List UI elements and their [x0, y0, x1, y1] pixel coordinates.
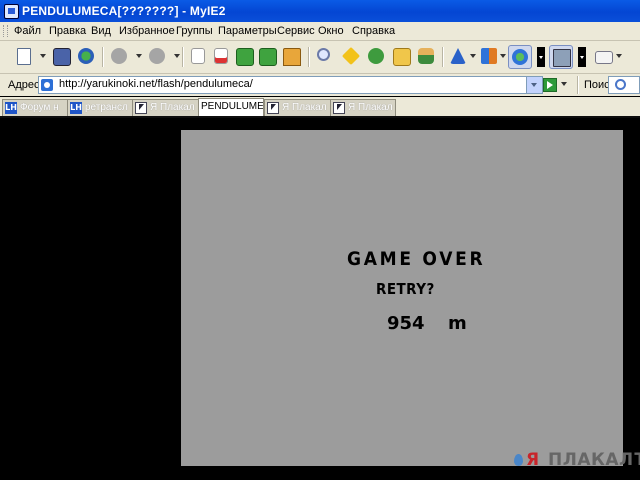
back-icon — [111, 48, 127, 64]
menu-help[interactable]: Справка — [352, 25, 395, 37]
menu-window[interactable]: Окно — [318, 25, 344, 37]
refresh-icon — [236, 48, 254, 66]
tab-forum[interactable]: LH Форум н — [2, 99, 68, 116]
url-text[interactable]: http://yarukinoki.net/flash/pendulumeca/ — [59, 78, 253, 90]
menu-file[interactable]: Файл — [14, 25, 41, 37]
watermark-text: ПЛАКАЛЪ — [548, 450, 640, 470]
tab-yaplakal-1[interactable]: Я Плакал — [132, 99, 199, 116]
distance-value: 954 — [387, 313, 425, 334]
distance-unit: m — [448, 313, 467, 334]
tab-yaplakal-2[interactable]: Я Плакал — [264, 99, 331, 116]
drop-icon — [514, 454, 523, 466]
lh-icon: LH — [5, 102, 17, 114]
refresh-all-icon — [259, 48, 277, 66]
app-icon[interactable] — [4, 4, 19, 19]
window-title: PENDULUMECA[???????] - MyIE2 — [22, 4, 226, 18]
image-toggle-button[interactable] — [549, 45, 573, 69]
tab-pendulumeca[interactable]: PENDULUME... — [198, 98, 264, 116]
tab-label: Я Плакал — [282, 102, 327, 113]
forward-button[interactable] — [146, 45, 168, 67]
tab-bar: LH Форум н LH ретрансл Я Плакал PENDULUM… — [0, 97, 640, 118]
retry-button[interactable]: RETRY? — [376, 280, 435, 298]
refresh-all-button[interactable] — [256, 45, 278, 67]
url-dropdown-button[interactable] — [526, 77, 542, 93]
tab-label: Я Плакал — [150, 102, 195, 113]
translate-icon — [481, 48, 497, 64]
new-page-icon — [17, 48, 31, 65]
page-icon — [41, 79, 53, 91]
user-icon — [418, 48, 434, 64]
flash-game-area[interactable]: GAME OVER RETRY? 954 m — [181, 130, 623, 466]
translate-button[interactable] — [478, 45, 500, 67]
menu-bar: Файл Правка Вид Избранное Группы Парамет… — [0, 22, 640, 41]
menu-favorites[interactable]: Избранное — [119, 25, 175, 37]
menu-tools[interactable]: Сервис — [277, 25, 315, 37]
title-bar[interactable]: PENDULUMECA[???????] - MyIE2 — [0, 0, 640, 22]
toolbar — [0, 41, 640, 74]
connect-icon — [78, 48, 94, 64]
menu-options[interactable]: Параметры — [218, 25, 277, 37]
watermark-ya: Я — [526, 450, 540, 470]
globe-button[interactable] — [508, 45, 532, 69]
go-dropdown-icon[interactable] — [561, 82, 567, 86]
cursor-icon — [267, 102, 279, 114]
close-all-button[interactable] — [210, 45, 232, 67]
new-page-button[interactable] — [12, 45, 34, 67]
tab-label: ретрансл — [85, 102, 128, 113]
home-icon — [283, 48, 301, 66]
address-label: Адрес — [8, 79, 40, 91]
image-toggle-dropdown[interactable] — [578, 47, 586, 67]
open-folder-icon — [393, 48, 411, 66]
tab-label: Форум н — [20, 102, 59, 113]
tab-yaplakal-3[interactable]: Я Плакал — [330, 99, 396, 116]
forward-icon — [149, 48, 165, 64]
globe-icon — [512, 49, 528, 65]
globe-dropdown[interactable] — [537, 47, 545, 67]
menu-view[interactable]: Вид — [91, 25, 111, 37]
cursor-icon — [333, 102, 345, 114]
search-button[interactable] — [314, 45, 336, 67]
connect-button[interactable] — [75, 45, 97, 67]
favorites-icon — [341, 46, 361, 66]
mail-icon — [595, 51, 613, 64]
mail-button[interactable] — [592, 45, 614, 67]
home-button[interactable] — [280, 45, 302, 67]
cursor-icon — [135, 102, 147, 114]
tab-retrans[interactable]: LH ретрансл — [67, 99, 133, 116]
page-content: GAME OVER RETRY? 954 m — [0, 118, 640, 480]
text-size-icon — [450, 48, 466, 64]
menu-grip-icon[interactable] — [3, 25, 8, 37]
tab-label: PENDULUME... — [201, 101, 264, 112]
refresh-button[interactable] — [233, 45, 255, 67]
image-toggle-icon — [553, 49, 571, 67]
history-button[interactable] — [365, 45, 387, 67]
stop-icon — [191, 48, 205, 64]
save-button[interactable] — [50, 45, 72, 67]
game-over-text: GAME OVER — [347, 248, 486, 270]
tab-label: Я Плакал — [348, 102, 393, 113]
save-icon — [53, 48, 71, 66]
close-all-icon — [214, 48, 228, 64]
search-input[interactable] — [608, 76, 640, 94]
text-size-button[interactable] — [447, 45, 469, 67]
menu-groups[interactable]: Группы — [176, 25, 213, 37]
back-button[interactable] — [108, 45, 130, 67]
address-bar: Адрес http://yarukinoki.net/flash/pendul… — [0, 74, 640, 96]
history-icon — [368, 48, 384, 64]
url-field[interactable]: http://yarukinoki.net/flash/pendulumeca/ — [38, 76, 543, 94]
address-separator — [577, 76, 578, 94]
stop-button[interactable] — [187, 45, 209, 67]
search-icon — [317, 48, 330, 61]
lh-icon: LH — [70, 102, 82, 114]
user-button[interactable] — [415, 45, 437, 67]
menu-edit[interactable]: Правка — [49, 25, 86, 37]
go-button[interactable] — [543, 78, 557, 92]
open-folder-button[interactable] — [390, 45, 412, 67]
favorites-button[interactable] — [340, 45, 362, 67]
